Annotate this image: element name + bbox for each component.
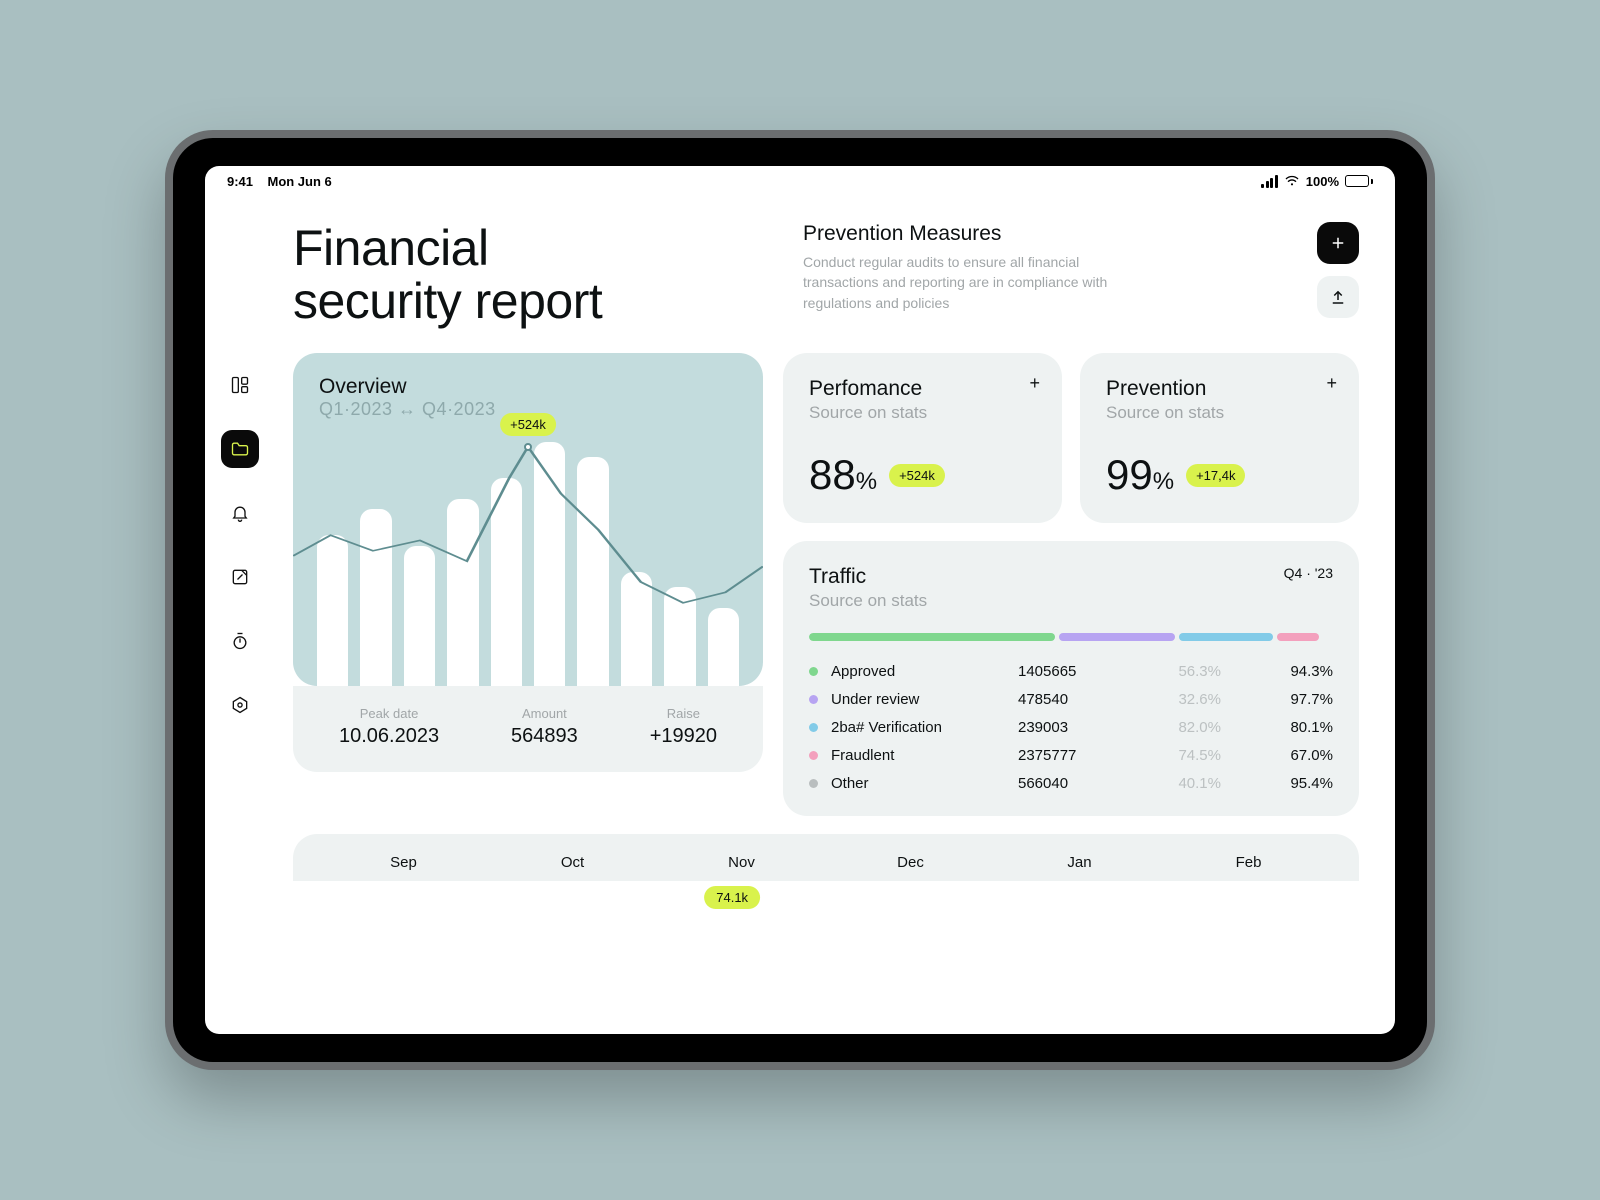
plus-icon (1329, 234, 1347, 252)
bell-icon (230, 503, 250, 523)
sidebar-item-dashboard[interactable] (221, 366, 259, 404)
peak-pill: +524k (500, 413, 556, 436)
upload-button[interactable] (1317, 276, 1359, 318)
row-pct-b: 97.7% (1243, 691, 1333, 708)
overview-chart[interactable]: +524k (293, 426, 763, 686)
wifi-icon (1284, 173, 1300, 189)
tablet-bezel: 9:41 Mon Jun 6 100% (173, 138, 1427, 1062)
traffic-segbar (809, 633, 1333, 641)
status-right: 100% (1261, 173, 1373, 189)
traffic-row: Fraudlent237577774.5%67.0% (809, 747, 1333, 764)
upload-icon (1329, 288, 1347, 306)
folder-icon (230, 439, 250, 459)
row-count: 566040 (1018, 775, 1153, 792)
prevention-measures: Prevention Measures Conduct regular audi… (803, 222, 1291, 313)
row-count: 239003 (1018, 719, 1153, 736)
expand-button[interactable]: + (1326, 373, 1337, 394)
months-row: SepOctNovDecJanFeb (319, 854, 1333, 871)
row-label: Under review (823, 691, 1018, 708)
tablet-frame: 9:41 Mon Jun 6 100% (165, 130, 1435, 1070)
traffic-row: 2ba# Verification23900382.0%80.1% (809, 719, 1333, 736)
traffic-row: Under review47854032.6%97.7% (809, 691, 1333, 708)
screen: 9:41 Mon Jun 6 100% (205, 166, 1395, 1034)
month-label[interactable]: Feb (1164, 854, 1333, 871)
page-title: Financial security report (293, 222, 763, 327)
header: Financial security report Prevention Mea… (293, 222, 1359, 327)
hexagon-icon (230, 695, 250, 715)
month-label[interactable]: Jan (995, 854, 1164, 871)
traffic-rows: Approved140566556.3%94.3% Under review478… (809, 663, 1333, 792)
expand-button[interactable]: + (1029, 373, 1040, 394)
row-dot (809, 723, 818, 732)
months-card: SepOctNovDecJanFeb 74.1k (293, 834, 1359, 881)
row-dot (809, 779, 818, 788)
status-time: 9:41 (227, 174, 253, 189)
month-label[interactable]: Sep (319, 854, 488, 871)
traffic-card: Traffic Source on stats Q4 · '23 Approve… (783, 541, 1359, 816)
status-bar: 9:41 Mon Jun 6 100% (205, 166, 1395, 196)
row-pct-b: 67.0% (1243, 747, 1333, 764)
main-content: Financial security report Prevention Mea… (275, 196, 1395, 1034)
status-date: Mon Jun 6 (267, 174, 331, 189)
prevention-card: + Prevention Source on stats 99% +17,4k (1080, 353, 1359, 523)
prevention-body: Conduct regular audits to ensure all fin… (803, 252, 1113, 313)
row-label: Approved (823, 663, 1018, 680)
stopwatch-icon (230, 631, 250, 651)
row-dot (809, 695, 818, 704)
layout-icon (230, 375, 250, 395)
row-pct-a: 82.0% (1153, 719, 1243, 736)
row-pct-a: 40.1% (1153, 775, 1243, 792)
status-left: 9:41 Mon Jun 6 (227, 174, 332, 189)
row-pct-a: 74.5% (1153, 747, 1243, 764)
row-dot (809, 667, 818, 676)
row-label: Other (823, 775, 1018, 792)
month-label[interactable]: Dec (826, 854, 995, 871)
row-dot (809, 751, 818, 760)
month-label[interactable]: Oct (488, 854, 657, 871)
sidebar-item-notifications[interactable] (221, 494, 259, 532)
sidebar (205, 196, 275, 1034)
performance-delta: +524k (889, 464, 945, 487)
traffic-period: Q4 · '23 (1284, 565, 1333, 581)
overview-title: Overview (319, 375, 737, 399)
edit-icon (230, 567, 250, 587)
stat-peak-date: Peak date 10.06.2023 (339, 706, 439, 748)
sidebar-item-files[interactable] (221, 430, 259, 468)
row-pct-b: 94.3% (1243, 663, 1333, 680)
prevention-title: Prevention Measures (803, 222, 1291, 246)
row-count: 1405665 (1018, 663, 1153, 680)
overview-stats: Peak date 10.06.2023 Amount 564893 (293, 686, 763, 772)
month-label[interactable]: Nov (657, 854, 826, 871)
row-pct-a: 32.6% (1153, 691, 1243, 708)
cellular-icon (1261, 175, 1278, 188)
performance-value: 88% (809, 451, 877, 499)
row-count: 2375777 (1018, 747, 1153, 764)
sidebar-item-compose[interactable] (221, 558, 259, 596)
stat-raise: Raise +19920 (650, 706, 717, 748)
stat-amount: Amount 564893 (511, 706, 578, 748)
row-label: 2ba# Verification (823, 719, 1018, 736)
row-pct-a: 56.3% (1153, 663, 1243, 680)
peak-dot (524, 443, 532, 451)
row-count: 478540 (1018, 691, 1153, 708)
sidebar-item-settings[interactable] (221, 686, 259, 724)
prevention-value: 99% (1106, 451, 1174, 499)
overview-card: Overview Q1·2023 ↔ Q4·2023 +524k (293, 353, 763, 772)
row-pct-b: 95.4% (1243, 775, 1333, 792)
performance-card: + Perfomance Source on stats 88% +524k (783, 353, 1062, 523)
add-button[interactable] (1317, 222, 1359, 264)
sidebar-item-timer[interactable] (221, 622, 259, 660)
row-pct-b: 80.1% (1243, 719, 1333, 736)
traffic-row: Approved140566556.3%94.3% (809, 663, 1333, 680)
month-pill: 74.1k (704, 886, 760, 909)
prevention-delta: +17,4k (1186, 464, 1245, 487)
row-label: Fraudlent (823, 747, 1018, 764)
traffic-row: Other56604040.1%95.4% (809, 775, 1333, 792)
battery-icon (1345, 175, 1373, 187)
battery-pct: 100% (1306, 174, 1339, 189)
